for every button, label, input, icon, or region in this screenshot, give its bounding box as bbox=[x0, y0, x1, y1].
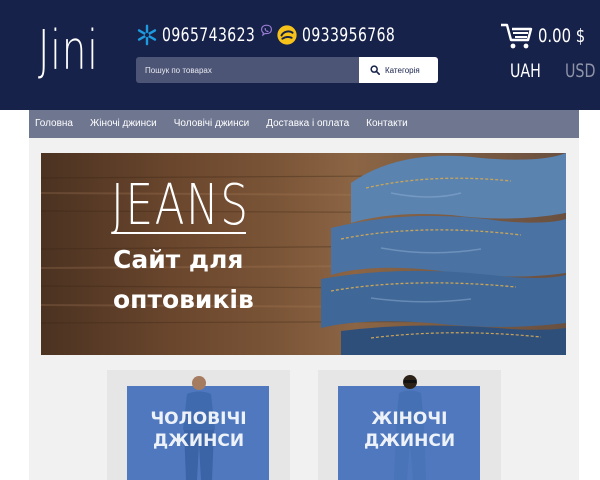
category-women-jeans[interactable]: ЖІНОЧІ ДЖИНСИ bbox=[318, 370, 501, 480]
site-logo[interactable]: Jini bbox=[38, 14, 98, 88]
jeans-stack-image bbox=[321, 153, 566, 355]
site-header: Jini 0965743623 0933956768 Пошук по това… bbox=[0, 0, 600, 110]
phone-kyivstar[interactable]: 0965743623 bbox=[136, 22, 273, 48]
phone-lifecell[interactable]: 0933956768 bbox=[276, 22, 416, 48]
nav-item-home[interactable]: Головна bbox=[29, 110, 79, 138]
category-button-label: Категорія bbox=[385, 65, 420, 75]
banner-underline bbox=[113, 232, 246, 234]
hero-banner[interactable]: JEANS Сайт для оптовиків bbox=[41, 153, 566, 355]
currency-uah[interactable]: UAH bbox=[510, 60, 541, 82]
banner-subtitle-line1: Сайт для bbox=[113, 245, 244, 274]
currency-usd[interactable]: USD bbox=[565, 60, 595, 82]
main-nav: Головна Жіночі джинси Чоловічі джинси До… bbox=[29, 110, 579, 138]
banner-subtitle-line2: оптовиків bbox=[113, 285, 254, 314]
cart-icon bbox=[501, 23, 533, 49]
cart-widget[interactable]: 0.00 $ bbox=[500, 22, 598, 50]
search-icon bbox=[370, 65, 380, 75]
search-bar: Категорія bbox=[136, 57, 438, 83]
cart-total: 0.00 $ bbox=[538, 25, 586, 47]
category-men-jeans[interactable]: ЧОЛОВІЧІ ДЖИНСИ bbox=[107, 370, 290, 480]
viber-icon[interactable] bbox=[260, 24, 273, 37]
currency-switcher: UAH USD bbox=[510, 60, 600, 82]
nav-item-men-jeans[interactable]: Чоловічі джинси bbox=[168, 110, 255, 138]
category-women-label: ЖІНОЧІ ДЖИНСИ bbox=[363, 409, 456, 451]
kyivstar-icon bbox=[137, 24, 157, 46]
category-men-label: ЧОЛОВІЧІ ДЖИНСИ bbox=[150, 409, 247, 451]
phone-number-1: 0965743623 bbox=[162, 24, 256, 46]
search-input[interactable] bbox=[136, 57, 359, 83]
nav-item-delivery[interactable]: Доставка і оплата bbox=[260, 110, 355, 138]
main-content: JEANS Сайт для оптовиків ЧОЛОВІЧІ ДЖИНСИ… bbox=[29, 138, 579, 480]
lifecell-icon bbox=[277, 25, 297, 45]
banner-title: JEANS bbox=[111, 173, 250, 238]
phone-number-2: 0933956768 bbox=[302, 24, 396, 46]
category-search-button[interactable]: Категорія bbox=[359, 57, 438, 83]
nav-item-women-jeans[interactable]: Жіночі джинси bbox=[84, 110, 163, 138]
nav-item-contacts[interactable]: Контакти bbox=[360, 110, 414, 138]
